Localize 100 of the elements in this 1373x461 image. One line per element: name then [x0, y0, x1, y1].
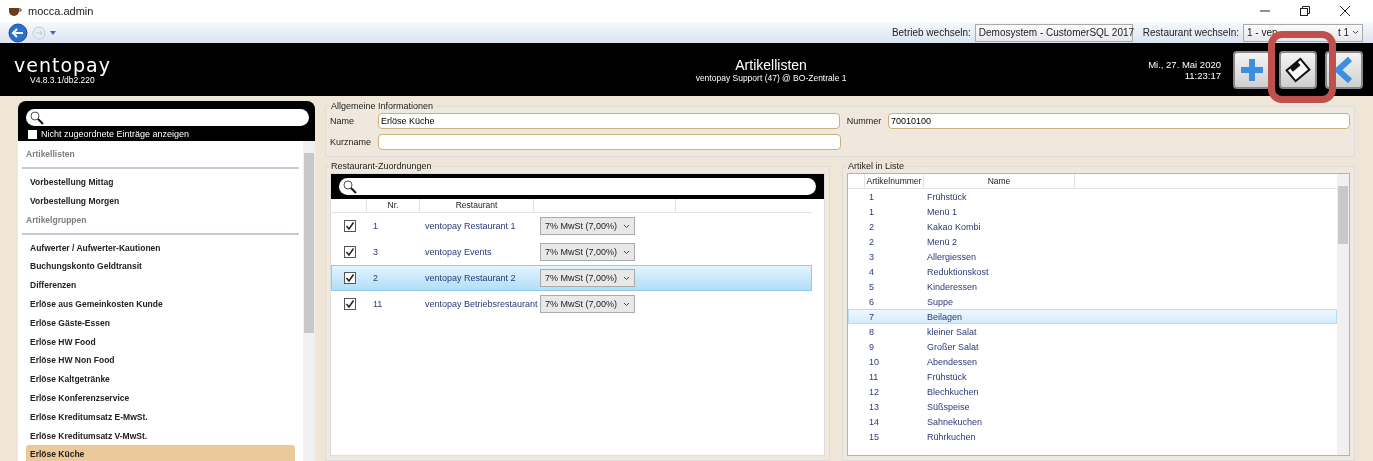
- table-row[interactable]: 12 Blechkuchen: [848, 384, 1337, 399]
- search-field[interactable]: [339, 178, 816, 195]
- table-cell: 9: [869, 341, 874, 352]
- user-location-text: ventopay Support (47) @ BO-Zentrale 1: [695, 72, 847, 83]
- table-row[interactable]: 15 Rührkuchen: [848, 429, 1337, 444]
- table-cell: 4: [869, 266, 874, 277]
- table-row[interactable]: 2 Menü 2: [848, 234, 1337, 249]
- tax-dropdown[interactable]: 7% MwSt (7,00%): [540, 269, 636, 287]
- caret-icon: [1352, 30, 1359, 35]
- time-text: 11:23:17: [1184, 69, 1221, 81]
- name-field[interactable]: Erlöse Küche: [378, 113, 840, 129]
- table-row[interactable]: 7 Beilagen: [848, 309, 1337, 324]
- tax-dropdown[interactable]: 7% MwSt (7,00%): [540, 295, 636, 313]
- table-row[interactable]: 10 Abendessen: [848, 354, 1337, 369]
- tax-dropdown[interactable]: 7% MwSt (7,00%): [540, 217, 636, 235]
- table-cell: Abendessen: [927, 356, 978, 367]
- scrollbar[interactable]: [1337, 174, 1349, 455]
- search-icon: [343, 179, 357, 194]
- column-header[interactable]: Name: [924, 174, 1075, 188]
- cup-icon: [8, 5, 22, 17]
- table-cell: 2: [373, 273, 378, 283]
- table-cell: Süßspeise: [927, 401, 970, 412]
- dropdown-caret-icon[interactable]: [50, 30, 56, 35]
- table-cell: 3: [869, 251, 874, 262]
- kurzname-label: Kurzname: [330, 137, 372, 147]
- table-row[interactable]: 8 kleiner Salat: [848, 324, 1337, 339]
- window-title: mocca.admin: [28, 5, 94, 17]
- nummer-field[interactable]: 70010100: [888, 113, 1350, 129]
- save-button[interactable]: [1279, 50, 1317, 89]
- checkbox[interactable]: [343, 272, 356, 284]
- table-row[interactable]: 9 Großer Salat: [848, 339, 1337, 354]
- table-cell: 12: [869, 386, 879, 397]
- page-title: Artikellisten: [735, 56, 807, 73]
- group-title: Restaurant-Zuordnungen: [330, 161, 433, 171]
- table-row[interactable]: 4 Reduktionskost: [848, 264, 1337, 279]
- table-row[interactable]: 6 Suppe: [848, 294, 1337, 309]
- close-icon[interactable]: [1339, 5, 1351, 17]
- caret-icon: [623, 223, 631, 229]
- logo: ventopay: [14, 54, 111, 75]
- search-field[interactable]: [26, 109, 309, 126]
- restaurant-label: Restaurant wechseln:: [1142, 27, 1239, 38]
- table-row[interactable]: 11 Frühstück: [848, 369, 1337, 384]
- table-row[interactable]: 5 Kinderessen: [848, 279, 1337, 294]
- table-row[interactable]: 3 Allergiessen: [848, 249, 1337, 264]
- caret-icon: [623, 301, 631, 307]
- sidebar-item[interactable]: Erlöse Küche: [26, 445, 295, 461]
- checkbox[interactable]: [343, 298, 356, 310]
- betrieb-label: Betrieb wechseln:: [891, 27, 971, 38]
- table-cell: Großer Salat: [927, 341, 979, 352]
- table-cell: 14: [869, 416, 879, 427]
- table-cell: kleiner Salat: [927, 326, 977, 337]
- version-text: V4.8.3.1/db2.220: [30, 74, 95, 85]
- checkbox[interactable]: [343, 246, 356, 258]
- section-header: Artikellisten: [22, 145, 299, 169]
- table-cell: Beilagen: [927, 311, 963, 322]
- betrieb-dropdown[interactable]: Demosystem - CustomerSQL 2017: [974, 23, 1133, 42]
- table-row[interactable]: 14 Sahnekuchen: [848, 414, 1337, 429]
- table-cell: 10: [869, 356, 879, 367]
- table-cell: Reduktionskost: [927, 266, 989, 277]
- table-cell: Rührkuchen: [927, 431, 976, 442]
- table-cell: Suppe: [927, 296, 954, 307]
- column-header[interactable]: Nr.: [367, 199, 420, 212]
- caret-icon: [623, 275, 631, 281]
- table-cell: 15: [869, 431, 879, 442]
- section-header: Artikelgruppen: [22, 210, 299, 235]
- nummer-label: Nummer: [846, 116, 882, 126]
- table-row[interactable]: 1 ventopay Restaurant 1 7% MwSt (7,00%): [331, 213, 812, 239]
- add-button[interactable]: [1233, 50, 1271, 89]
- table-cell: 3: [373, 247, 378, 257]
- table-row[interactable]: 11 ventopay Betriebsrestaurant 7% MwSt (7,00%): [331, 291, 812, 317]
- table-cell: 5: [869, 281, 874, 292]
- table-row[interactable]: 1 Menü 1: [848, 204, 1337, 219]
- group-title: Artikel in Liste: [847, 161, 906, 171]
- column-header[interactable]: Restaurant: [420, 199, 534, 212]
- table-row[interactable]: 13 Süßspeise: [848, 399, 1337, 414]
- checkbox[interactable]: [343, 220, 356, 232]
- caret-icon: [623, 249, 631, 255]
- table-cell: Frühstück: [927, 191, 967, 202]
- table-cell: 1: [869, 206, 874, 217]
- search-icon: [30, 110, 44, 125]
- group-title: Allgemeine Informationen: [330, 101, 435, 111]
- table-row[interactable]: 2 Kakao Kombi: [848, 219, 1337, 234]
- table-cell: 8: [869, 326, 874, 337]
- table-row[interactable]: 2 ventopay Restaurant 2 7% MwSt (7,00%): [331, 265, 812, 291]
- restore-icon[interactable]: [1299, 5, 1311, 17]
- table-cell: Kinderessen: [927, 281, 978, 292]
- scrollbar[interactable]: [303, 141, 315, 461]
- table-cell: 2: [869, 221, 874, 232]
- table-row[interactable]: 1 Frühstück: [848, 189, 1337, 204]
- tax-dropdown[interactable]: 7% MwSt (7,00%): [540, 243, 636, 261]
- table-cell: 1: [869, 191, 874, 202]
- table-cell: ventopay Events: [425, 247, 492, 257]
- table-cell: Frühstück: [927, 371, 967, 382]
- column-header[interactable]: Artikelnummer: [865, 174, 924, 188]
- filter-checkbox[interactable]: [28, 129, 37, 139]
- kurzname-field[interactable]: [378, 134, 841, 150]
- table-cell: Allergiessen: [927, 251, 977, 262]
- table-cell: 2: [869, 236, 874, 247]
- table-row[interactable]: 3 ventopay Events 7% MwSt (7,00%): [331, 239, 812, 265]
- table-cell: ventopay Restaurant 1: [425, 221, 516, 231]
